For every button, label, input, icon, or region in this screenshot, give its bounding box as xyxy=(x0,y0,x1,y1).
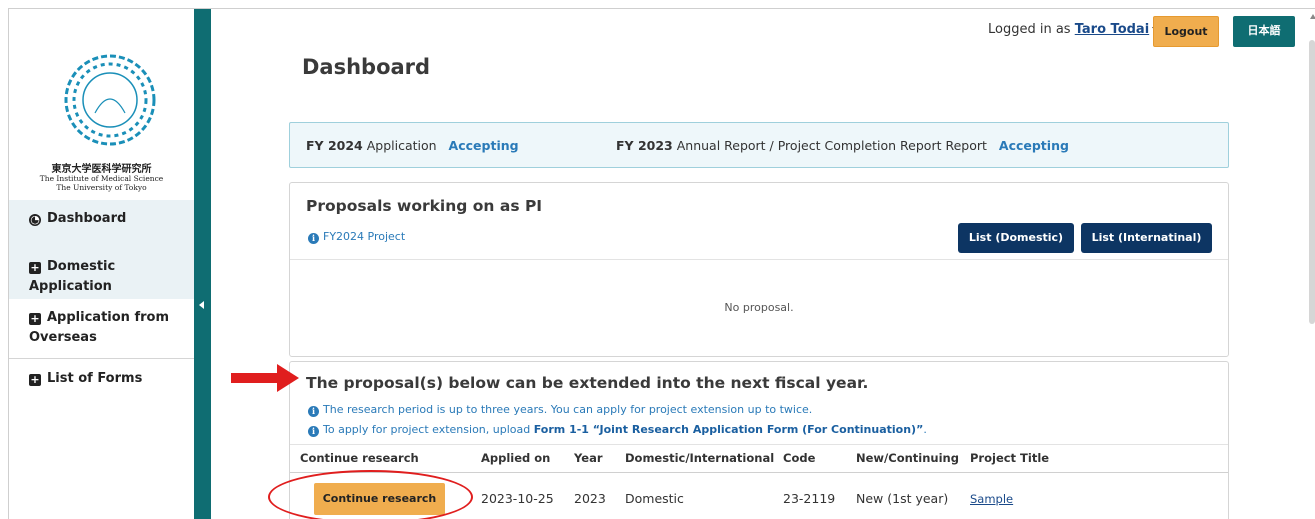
info-text: FY2024 Project xyxy=(323,230,406,243)
login-status: Logged in as Taro Todai xyxy=(988,22,1159,37)
table-cell-year: 2023 xyxy=(574,491,606,506)
divider xyxy=(290,259,1228,260)
sidebar-nav: ◔ Dashboard + Domestic Application + Applic… xyxy=(9,200,194,389)
user-menu-link[interactable]: Taro Todai xyxy=(1075,22,1149,37)
list-domestic-button[interactable]: List (Domestic) xyxy=(958,223,1074,253)
sidebar-toggle-bar[interactable] xyxy=(194,9,211,519)
divider xyxy=(290,472,1228,473)
red-arrow-annotation-icon xyxy=(231,364,299,392)
table-cell-applied-on: 2023-10-25 xyxy=(481,491,554,506)
column-header: Project Title xyxy=(970,451,1050,465)
institute-logo xyxy=(64,54,156,146)
table-cell-status: New (1st year) xyxy=(856,491,949,506)
extension-info: i The research period is up to three year… xyxy=(308,403,812,417)
sidebar-item-application-from-overseas[interactable]: + Application from Overseas xyxy=(9,299,194,359)
column-header: Continue research xyxy=(300,451,419,465)
sidebar-item-label: Application from xyxy=(47,310,169,325)
sidebar-item-list-of-forms[interactable]: + List of Forms xyxy=(9,359,194,389)
panel-title: The proposal(s) below can be extended in… xyxy=(306,374,869,392)
status-year: FY 2024 xyxy=(306,138,363,153)
logo-text-jp: 東京大学医科学研究所 xyxy=(51,164,152,175)
status-banner: FY 2024 Application Accepting FY 2023 An… xyxy=(289,122,1229,168)
sidebar-item-label: Domestic xyxy=(47,259,116,274)
logo-text-en: The Institute of Medical Science xyxy=(39,174,164,183)
column-header: Year xyxy=(574,451,603,465)
table-cell-code: 23-2119 xyxy=(783,491,836,506)
sidebar-item-label: Dashboard xyxy=(47,211,127,226)
table-cell-title: Sample xyxy=(970,491,1013,506)
sidebar-item-label: List of Forms xyxy=(47,371,143,386)
plus-square-icon: + xyxy=(29,312,41,325)
form-link[interactable]: Form 1-1 “Joint Research Application For… xyxy=(534,423,924,436)
panel-title: Proposals working on as PI xyxy=(306,197,543,215)
scroll-up-arrow-icon[interactable] xyxy=(1310,14,1315,19)
logo-text-en: The University of Tokyo xyxy=(56,183,147,192)
extension-upload-info: i To apply for project extension, upload … xyxy=(308,423,927,437)
status-label: Annual Report / Project Completion Repor… xyxy=(676,138,987,153)
sidebar-item-dashboard[interactable]: ◔ Dashboard xyxy=(9,200,194,248)
collapse-arrow-icon xyxy=(199,301,204,309)
status-badge: Accepting xyxy=(998,138,1069,153)
fy-project-info: i FY2024 Project xyxy=(308,230,405,244)
column-header: Domestic/International xyxy=(625,451,775,465)
column-header: New/Continuing xyxy=(856,451,959,465)
sidebar-item-label: Application xyxy=(29,279,112,294)
status-item-application: FY 2024 Application Accepting xyxy=(306,138,519,153)
divider xyxy=(290,444,1228,445)
info-text: To apply for project extension, upload xyxy=(323,423,531,436)
column-header: Code xyxy=(783,451,816,465)
column-header: Applied on xyxy=(481,451,551,465)
pi-proposals-panel: Proposals working on as PI i FY2024 Proje… xyxy=(289,182,1229,357)
red-circle-annotation xyxy=(268,470,473,519)
table-cell-type: Domestic xyxy=(625,491,684,506)
status-badge: Accepting xyxy=(448,138,519,153)
status-year: FY 2023 xyxy=(616,138,673,153)
dashboard-icon: ◔ xyxy=(29,213,41,226)
logout-button[interactable]: Logout xyxy=(1153,16,1219,47)
language-button[interactable]: 日本語 xyxy=(1233,16,1295,47)
sidebar: 東京大学医科学研究所 The Institute of Medical Scie… xyxy=(9,9,194,519)
status-item-report: FY 2023 Annual Report / Project Completi… xyxy=(616,138,1069,153)
info-text: . xyxy=(923,423,927,436)
plus-square-icon: + xyxy=(29,261,41,274)
sidebar-item-domestic-application[interactable]: + Domestic Application xyxy=(9,248,194,299)
page-title: Dashboard xyxy=(302,55,431,79)
logged-in-prefix: Logged in as xyxy=(988,22,1071,37)
info-icon: i xyxy=(308,426,319,437)
project-title-link[interactable]: Sample xyxy=(970,492,1013,506)
status-label: Application xyxy=(366,138,437,153)
info-icon: i xyxy=(308,233,319,244)
info-text: The research period is up to three years… xyxy=(323,403,813,416)
logo-text: 東京大学医科学研究所 The Institute of Medical Scie… xyxy=(9,164,194,193)
plus-square-icon: + xyxy=(29,373,41,386)
sidebar-item-label: Overseas xyxy=(29,330,97,345)
scrollbar-thumb[interactable] xyxy=(1309,40,1315,324)
info-icon: i xyxy=(308,406,319,417)
list-international-button[interactable]: List (Internatinal) xyxy=(1081,223,1212,253)
empty-state-text: No proposal. xyxy=(724,301,794,314)
